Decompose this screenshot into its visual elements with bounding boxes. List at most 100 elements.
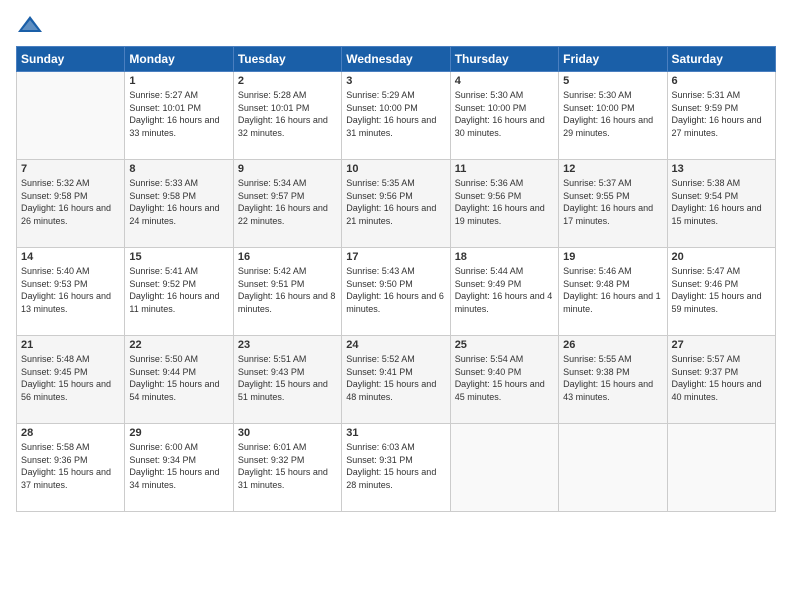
sunset-text: Sunset: 9:41 PM [346, 366, 445, 379]
calendar-cell: 20 Sunrise: 5:47 AM Sunset: 9:46 PM Dayl… [667, 248, 775, 336]
calendar-cell: 27 Sunrise: 5:57 AM Sunset: 9:37 PM Dayl… [667, 336, 775, 424]
calendar-header-row: SundayMondayTuesdayWednesdayThursdayFrid… [17, 47, 776, 72]
day-number: 30 [238, 427, 337, 439]
daylight-text: Daylight: 16 hours and 15 minutes. [672, 202, 771, 227]
daylight-text: Daylight: 15 hours and 48 minutes. [346, 378, 445, 403]
day-info: Sunrise: 5:29 AM Sunset: 10:00 PM Daylig… [346, 89, 445, 139]
sunset-text: Sunset: 9:32 PM [238, 454, 337, 467]
day-number: 25 [455, 339, 554, 351]
sunset-text: Sunset: 9:37 PM [672, 366, 771, 379]
day-info: Sunrise: 5:33 AM Sunset: 9:58 PM Dayligh… [129, 177, 228, 227]
sunrise-text: Sunrise: 5:28 AM [238, 89, 337, 102]
sunset-text: Sunset: 9:57 PM [238, 190, 337, 203]
calendar-cell: 11 Sunrise: 5:36 AM Sunset: 9:56 PM Dayl… [450, 160, 558, 248]
calendar-cell: 31 Sunrise: 6:03 AM Sunset: 9:31 PM Dayl… [342, 424, 450, 512]
calendar-cell [667, 424, 775, 512]
sunset-text: Sunset: 9:53 PM [21, 278, 120, 291]
day-info: Sunrise: 6:01 AM Sunset: 9:32 PM Dayligh… [238, 441, 337, 491]
sunrise-text: Sunrise: 5:47 AM [672, 265, 771, 278]
sunrise-text: Sunrise: 5:54 AM [455, 353, 554, 366]
daylight-text: Daylight: 16 hours and 32 minutes. [238, 114, 337, 139]
sunrise-text: Sunrise: 5:38 AM [672, 177, 771, 190]
day-number: 16 [238, 251, 337, 263]
calendar-cell: 14 Sunrise: 5:40 AM Sunset: 9:53 PM Dayl… [17, 248, 125, 336]
sunrise-text: Sunrise: 5:46 AM [563, 265, 662, 278]
sunset-text: Sunset: 9:36 PM [21, 454, 120, 467]
logo [16, 12, 48, 40]
day-number: 26 [563, 339, 662, 351]
page: SundayMondayTuesdayWednesdayThursdayFrid… [0, 0, 792, 612]
sunset-text: Sunset: 9:58 PM [21, 190, 120, 203]
daylight-text: Daylight: 15 hours and 37 minutes. [21, 466, 120, 491]
daylight-text: Daylight: 16 hours and 29 minutes. [563, 114, 662, 139]
day-number: 4 [455, 75, 554, 87]
calendar-cell: 16 Sunrise: 5:42 AM Sunset: 9:51 PM Dayl… [233, 248, 341, 336]
daylight-text: Daylight: 16 hours and 26 minutes. [21, 202, 120, 227]
daylight-text: Daylight: 15 hours and 31 minutes. [238, 466, 337, 491]
day-info: Sunrise: 6:00 AM Sunset: 9:34 PM Dayligh… [129, 441, 228, 491]
calendar-cell: 26 Sunrise: 5:55 AM Sunset: 9:38 PM Dayl… [559, 336, 667, 424]
sunrise-text: Sunrise: 5:34 AM [238, 177, 337, 190]
sunrise-text: Sunrise: 5:36 AM [455, 177, 554, 190]
calendar-cell: 24 Sunrise: 5:52 AM Sunset: 9:41 PM Dayl… [342, 336, 450, 424]
calendar-cell: 10 Sunrise: 5:35 AM Sunset: 9:56 PM Dayl… [342, 160, 450, 248]
day-number: 15 [129, 251, 228, 263]
calendar-cell: 29 Sunrise: 6:00 AM Sunset: 9:34 PM Dayl… [125, 424, 233, 512]
sunset-text: Sunset: 10:01 PM [129, 102, 228, 115]
sunset-text: Sunset: 9:48 PM [563, 278, 662, 291]
calendar-week-row: 21 Sunrise: 5:48 AM Sunset: 9:45 PM Dayl… [17, 336, 776, 424]
day-info: Sunrise: 5:58 AM Sunset: 9:36 PM Dayligh… [21, 441, 120, 491]
sunset-text: Sunset: 9:44 PM [129, 366, 228, 379]
sunrise-text: Sunrise: 5:35 AM [346, 177, 445, 190]
calendar-cell: 22 Sunrise: 5:50 AM Sunset: 9:44 PM Dayl… [125, 336, 233, 424]
calendar-cell: 21 Sunrise: 5:48 AM Sunset: 9:45 PM Dayl… [17, 336, 125, 424]
daylight-text: Daylight: 16 hours and 31 minutes. [346, 114, 445, 139]
calendar-cell: 4 Sunrise: 5:30 AM Sunset: 10:00 PM Dayl… [450, 72, 558, 160]
calendar-cell: 15 Sunrise: 5:41 AM Sunset: 9:52 PM Dayl… [125, 248, 233, 336]
calendar-header-saturday: Saturday [667, 47, 775, 72]
daylight-text: Daylight: 16 hours and 8 minutes. [238, 290, 337, 315]
sunset-text: Sunset: 9:59 PM [672, 102, 771, 115]
day-info: Sunrise: 5:54 AM Sunset: 9:40 PM Dayligh… [455, 353, 554, 403]
daylight-text: Daylight: 15 hours and 40 minutes. [672, 378, 771, 403]
day-info: Sunrise: 5:44 AM Sunset: 9:49 PM Dayligh… [455, 265, 554, 315]
day-number: 19 [563, 251, 662, 263]
day-info: Sunrise: 5:41 AM Sunset: 9:52 PM Dayligh… [129, 265, 228, 315]
day-number: 12 [563, 163, 662, 175]
sunrise-text: Sunrise: 5:58 AM [21, 441, 120, 454]
daylight-text: Daylight: 15 hours and 28 minutes. [346, 466, 445, 491]
day-number: 1 [129, 75, 228, 87]
calendar-table: SundayMondayTuesdayWednesdayThursdayFrid… [16, 46, 776, 512]
day-number: 11 [455, 163, 554, 175]
calendar-cell: 30 Sunrise: 6:01 AM Sunset: 9:32 PM Dayl… [233, 424, 341, 512]
day-number: 21 [21, 339, 120, 351]
calendar-cell: 6 Sunrise: 5:31 AM Sunset: 9:59 PM Dayli… [667, 72, 775, 160]
calendar-cell: 23 Sunrise: 5:51 AM Sunset: 9:43 PM Dayl… [233, 336, 341, 424]
sunset-text: Sunset: 9:56 PM [455, 190, 554, 203]
calendar-cell: 13 Sunrise: 5:38 AM Sunset: 9:54 PM Dayl… [667, 160, 775, 248]
sunset-text: Sunset: 9:40 PM [455, 366, 554, 379]
sunrise-text: Sunrise: 5:42 AM [238, 265, 337, 278]
day-number: 10 [346, 163, 445, 175]
day-info: Sunrise: 5:37 AM Sunset: 9:55 PM Dayligh… [563, 177, 662, 227]
day-number: 9 [238, 163, 337, 175]
calendar-cell: 25 Sunrise: 5:54 AM Sunset: 9:40 PM Dayl… [450, 336, 558, 424]
sunrise-text: Sunrise: 5:37 AM [563, 177, 662, 190]
sunrise-text: Sunrise: 5:48 AM [21, 353, 120, 366]
sunset-text: Sunset: 9:51 PM [238, 278, 337, 291]
daylight-text: Daylight: 16 hours and 6 minutes. [346, 290, 445, 315]
calendar-cell: 3 Sunrise: 5:29 AM Sunset: 10:00 PM Dayl… [342, 72, 450, 160]
daylight-text: Daylight: 16 hours and 21 minutes. [346, 202, 445, 227]
sunset-text: Sunset: 9:31 PM [346, 454, 445, 467]
calendar-cell: 19 Sunrise: 5:46 AM Sunset: 9:48 PM Dayl… [559, 248, 667, 336]
day-info: Sunrise: 5:52 AM Sunset: 9:41 PM Dayligh… [346, 353, 445, 403]
day-number: 6 [672, 75, 771, 87]
calendar-header-monday: Monday [125, 47, 233, 72]
day-number: 5 [563, 75, 662, 87]
sunrise-text: Sunrise: 6:00 AM [129, 441, 228, 454]
calendar-cell: 17 Sunrise: 5:43 AM Sunset: 9:50 PM Dayl… [342, 248, 450, 336]
day-info: Sunrise: 5:50 AM Sunset: 9:44 PM Dayligh… [129, 353, 228, 403]
sunset-text: Sunset: 10:00 PM [455, 102, 554, 115]
calendar-week-row: 7 Sunrise: 5:32 AM Sunset: 9:58 PM Dayli… [17, 160, 776, 248]
day-info: Sunrise: 5:30 AM Sunset: 10:00 PM Daylig… [563, 89, 662, 139]
